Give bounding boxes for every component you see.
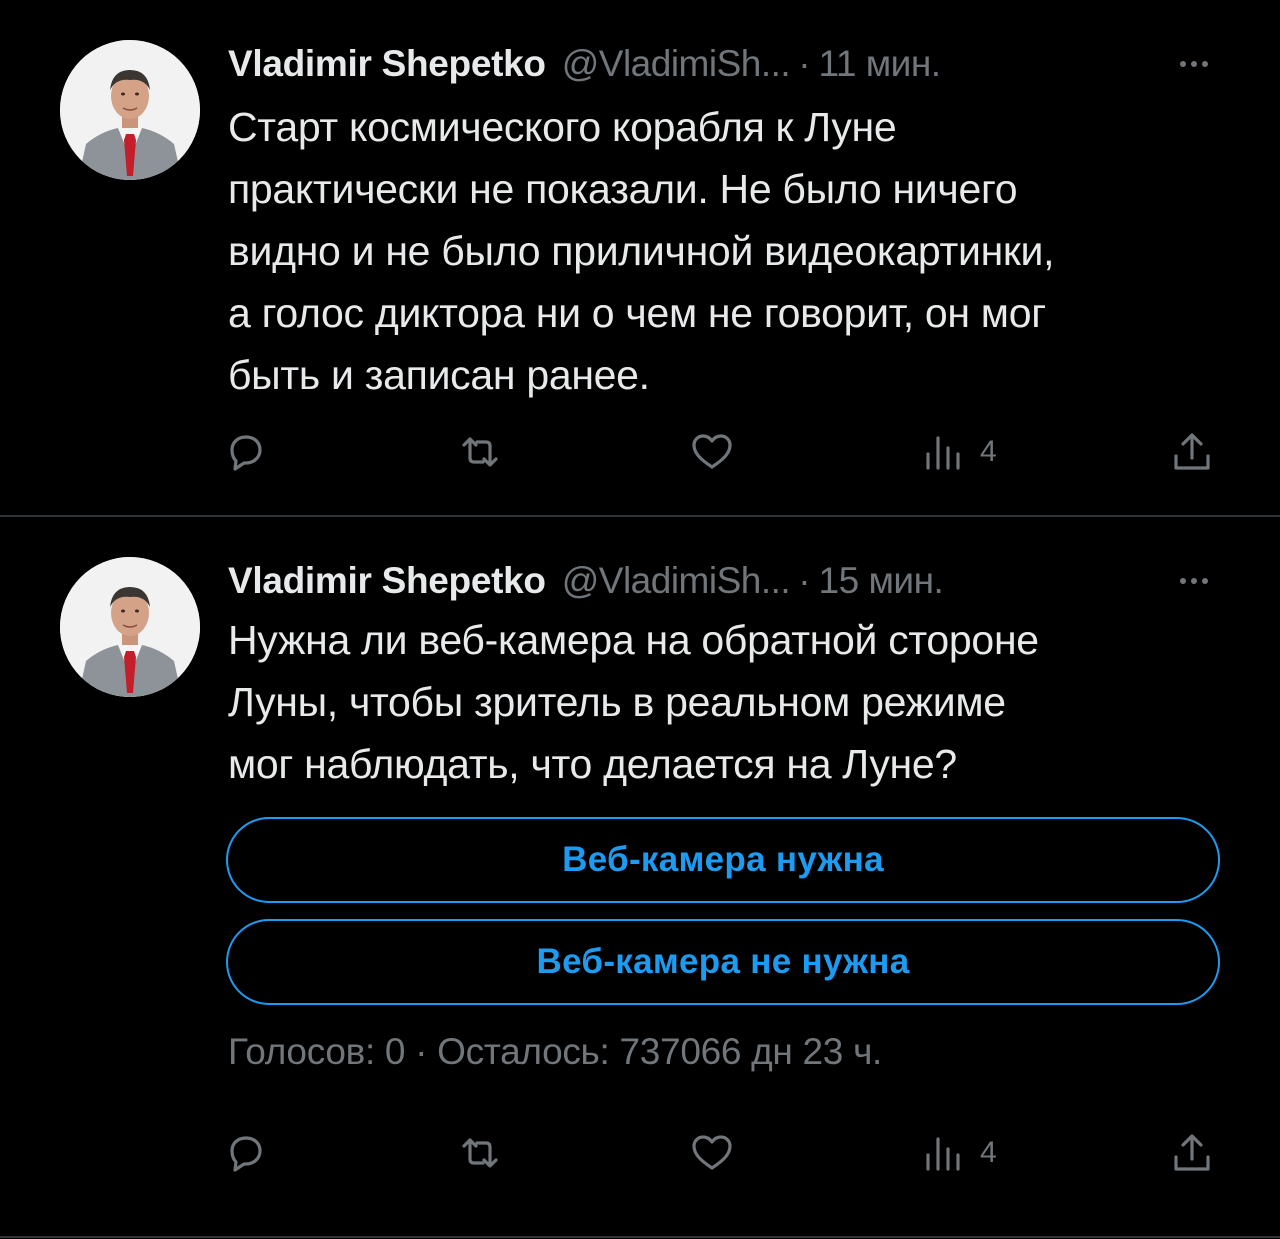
poll-option-webcam-needed[interactable]: Веб-камера нужна	[226, 817, 1220, 903]
display-name[interactable]: Vladimir Shepetko	[228, 43, 546, 85]
profile-photo-icon	[60, 557, 200, 697]
timestamp[interactable]: 11 мин.	[819, 43, 942, 85]
heart-icon	[692, 1135, 732, 1170]
header-separator: ·	[798, 560, 811, 601]
share-button[interactable]	[1168, 1123, 1216, 1183]
tweet-text-line: Старт космического корабля к Луне	[228, 104, 897, 150]
like-button[interactable]	[688, 422, 736, 482]
tweet-text-line: Нужна ли веб-камера на обратной стороне	[228, 617, 1039, 663]
tweet-1[interactable]: Vladimir Shepetko @VladimiSh... · 11 мин…	[0, 0, 1280, 516]
share-icon	[1174, 433, 1210, 470]
like-button[interactable]	[688, 1123, 736, 1183]
tweet-header: Vladimir Shepetko @VladimiSh... · 11 мин…	[228, 40, 1228, 88]
timestamp[interactable]: 15 мин.	[819, 560, 944, 602]
retweet-icon	[462, 437, 498, 467]
timeline-feed: Vladimir Shepetko @VladimiSh... · 11 мин…	[0, 0, 1280, 1239]
more-options-icon[interactable]	[1164, 557, 1224, 605]
profile-photo-icon	[60, 40, 200, 180]
retweet-button[interactable]	[456, 1123, 504, 1183]
views-count: 4	[980, 1136, 997, 1169]
tweet-2[interactable]: Vladimir Shepetko @VladimiSh... · 15 мин…	[0, 517, 1280, 1237]
views-button[interactable]: 4	[920, 1123, 997, 1183]
user-handle[interactable]: @VladimiSh...	[562, 43, 791, 85]
share-button[interactable]	[1168, 422, 1216, 482]
tweet-text-line: быть и записан ранее.	[228, 352, 650, 398]
tweet-text-line: мог наблюдать, что делается на Луне?	[228, 741, 957, 787]
tweet-divider	[0, 1236, 1280, 1238]
tweet-text: Нужна ли веб-камера на обратной стороне …	[228, 609, 1238, 795]
avatar[interactable]	[60, 40, 200, 180]
tweet-header: Vladimir Shepetko @VladimiSh... · 15 мин…	[228, 557, 1228, 605]
views-icon	[926, 436, 960, 470]
retweet-icon	[462, 1138, 498, 1168]
heart-icon	[692, 434, 732, 469]
tweet-text: Старт космического корабля к Луне практи…	[228, 96, 1238, 406]
tweet-text-line: видно и не было приличной видеокартинки,	[228, 228, 1055, 274]
share-icon	[1174, 1134, 1210, 1171]
display-name[interactable]: Vladimir Shepetko	[228, 560, 546, 602]
tweet-text-line: Луны, чтобы зритель в реальном режиме	[228, 679, 1006, 725]
more-options-icon[interactable]	[1164, 40, 1224, 88]
reply-button[interactable]	[222, 422, 270, 482]
tweet-actions: 4	[0, 422, 1280, 482]
views-count: 4	[980, 435, 997, 468]
user-handle[interactable]: @VladimiSh...	[562, 560, 791, 602]
tweet-actions: 4	[0, 1123, 1280, 1183]
poll-status: Голосов: 0 · Осталось: 737066 дн 23 ч.	[228, 1031, 883, 1072]
views-button[interactable]: 4	[920, 422, 997, 482]
avatar[interactable]	[60, 557, 200, 697]
tweet-text-line: а голос диктора ни о чем не говорит, он …	[228, 290, 1046, 336]
retweet-button[interactable]	[456, 422, 504, 482]
reply-icon	[230, 1136, 262, 1172]
poll-option-webcam-not-needed[interactable]: Веб-камера не нужна	[226, 919, 1220, 1005]
header-separator: ·	[798, 43, 811, 84]
reply-button[interactable]	[222, 1123, 270, 1183]
reply-icon	[230, 435, 262, 471]
tweet-text-line: практически не показали. Не было ничего	[228, 166, 1018, 212]
views-icon	[926, 1137, 960, 1171]
